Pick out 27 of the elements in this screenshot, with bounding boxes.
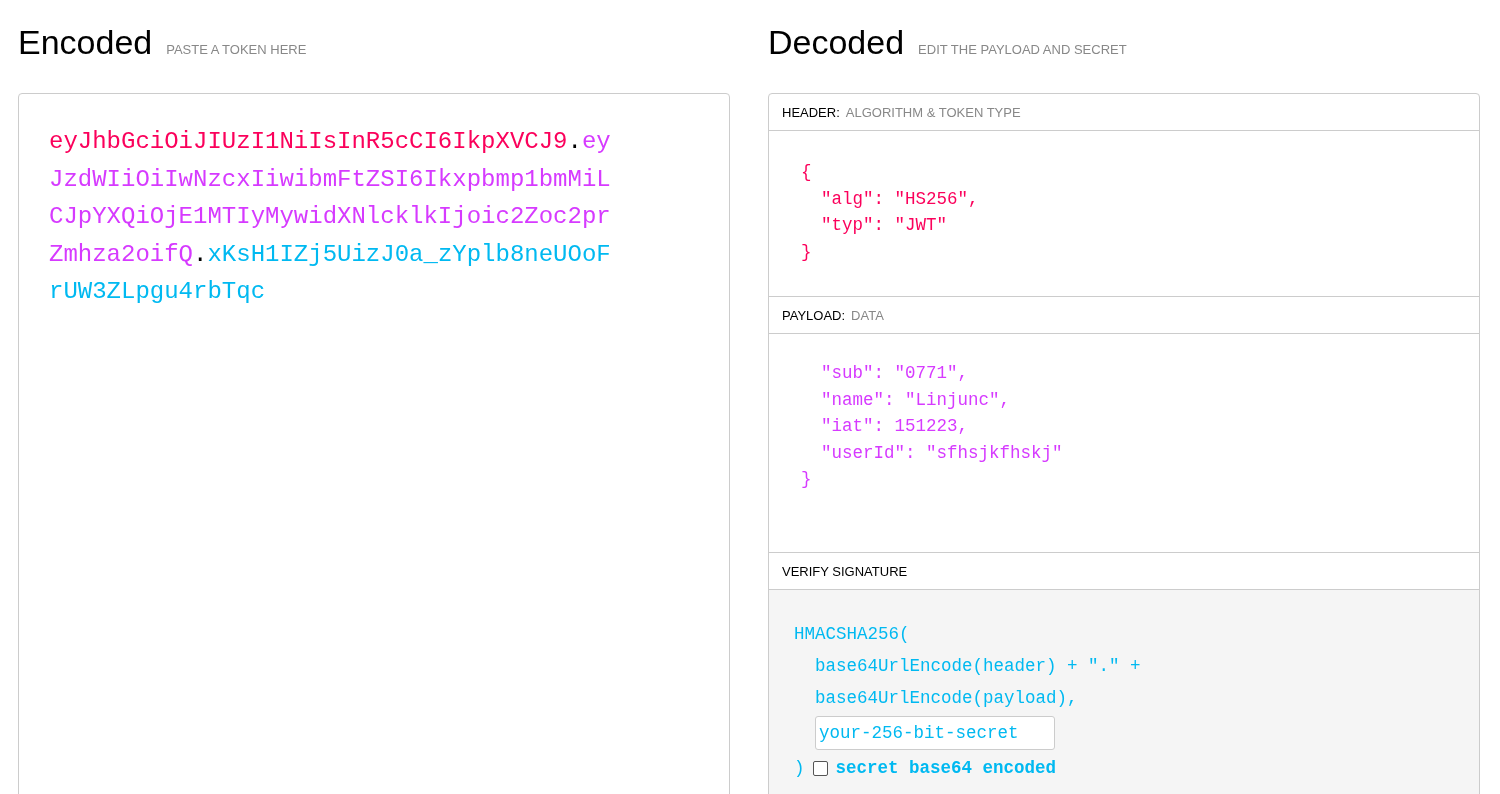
checkbox-label[interactable]: secret base64 encoded — [835, 752, 1057, 784]
section-subtitle: PASTE A TOKEN HERE — [166, 42, 307, 57]
code-line: base64UrlEncode(payload), — [815, 687, 1078, 710]
code-line: "iat": 151223, — [821, 415, 969, 438]
panel-hint: ALGORITHM & TOKEN TYPE — [845, 104, 1021, 120]
code-line: HMACSHA256( — [794, 623, 910, 646]
checkbox[interactable] — [812, 760, 828, 776]
token-text: eyJhbGciOiJIUzI1NiIsInR5cCI6IkpXVCJ9.eyJzdWIiOiIwNzcxIiwibmFtZSI6Ikxpbmp1bmMiLCJpYXQiOjE1MTIyMywidXNlcklkIjoic2Zoc2prZmhza2oifQ.xKsH1IZj5UizJ0a_zYplb8neUOoFrUW3ZLpgu4rbTqc — [49, 127, 611, 307]
code-line: "userId": "sfhsjkfhskj" — [821, 441, 1063, 465]
code-line: base64UrlEncode(header) + "." + — [815, 655, 1141, 678]
panel-hint: DATA — [851, 307, 884, 323]
panel-label: VERIFY SIGNATURE — [782, 563, 908, 579]
code-line: { — [801, 161, 812, 184]
panel-label: HEADER: — [782, 104, 840, 120]
section-subtitle: EDIT THE PAYLOAD AND SECRET — [918, 42, 1127, 57]
code-line: "sub": "0771", — [821, 362, 969, 385]
panel-label: PAYLOAD: — [782, 307, 846, 323]
code-line: } — [801, 240, 812, 264]
section-title: Decoded — [768, 22, 905, 63]
code-line: "name": "Linjunc", — [821, 388, 1011, 412]
code-line: "typ": "JWT" — [821, 214, 948, 237]
code-line: "alg": "HS256", — [821, 187, 979, 211]
code-line: } — [801, 468, 812, 491]
section-title: Encoded — [18, 22, 153, 63]
secret-field[interactable]: your-256-bit-secret — [815, 716, 1055, 750]
code-line: ) — [794, 757, 805, 780]
token-editor[interactable]: eyJhbGciOiJIUzI1NiIsInR5cCI6IkpXVCJ9.eyJzdWIiOiIwNzcxIiwibmFtZSI6Ikxpbmp1bmMiLCJpYXQiOjE1MTIyMywidXNlcklkIjoic2Zoc2prZmhza2oifQ.xKsH1IZj5UizJ0a_zYplb8neUOoFrUW3ZLpgu4rbTqc — [18, 93, 730, 794]
